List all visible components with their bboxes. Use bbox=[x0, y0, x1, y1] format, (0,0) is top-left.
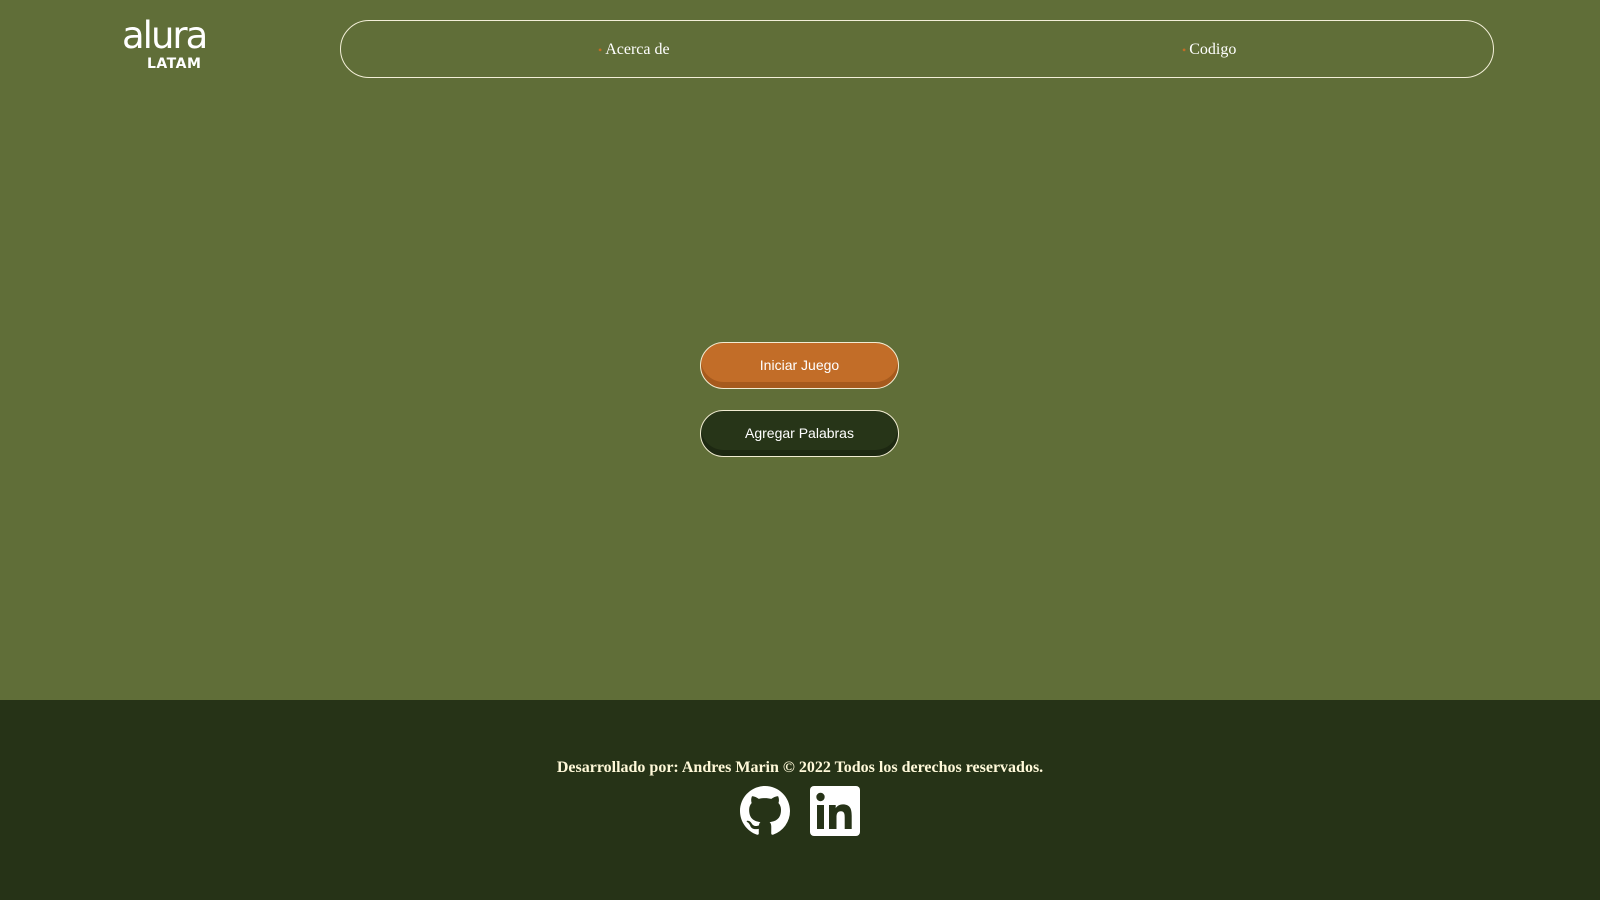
linkedin-icon[interactable] bbox=[810, 786, 860, 836]
alura-latam-logo[interactable]: alura LATAM bbox=[122, 14, 208, 74]
logo-main-text: alura bbox=[122, 14, 208, 57]
logo-sub-text: LATAM bbox=[147, 56, 202, 72]
nav-link-code-label: Codigo bbox=[1189, 41, 1237, 58]
nav-link-code[interactable]: • Codigo bbox=[1182, 40, 1236, 60]
footer-credits: Desarrollado por: Andres Marin © 2022 To… bbox=[556, 759, 1044, 776]
start-game-button[interactable]: Iniciar Juego bbox=[700, 342, 899, 389]
nav-link-about[interactable]: • Acerca de bbox=[598, 40, 670, 60]
nav-link-about-label: Acerca de bbox=[605, 41, 670, 58]
bullet-icon: • bbox=[598, 43, 603, 57]
footer: Desarrollado por: Andres Marin © 2022 To… bbox=[0, 700, 1600, 900]
bullet-icon: • bbox=[1182, 43, 1187, 57]
github-icon[interactable] bbox=[740, 786, 790, 836]
add-words-button[interactable]: Agregar Palabras bbox=[700, 410, 899, 457]
main-nav: • Acerca de • Codigo bbox=[340, 20, 1494, 78]
